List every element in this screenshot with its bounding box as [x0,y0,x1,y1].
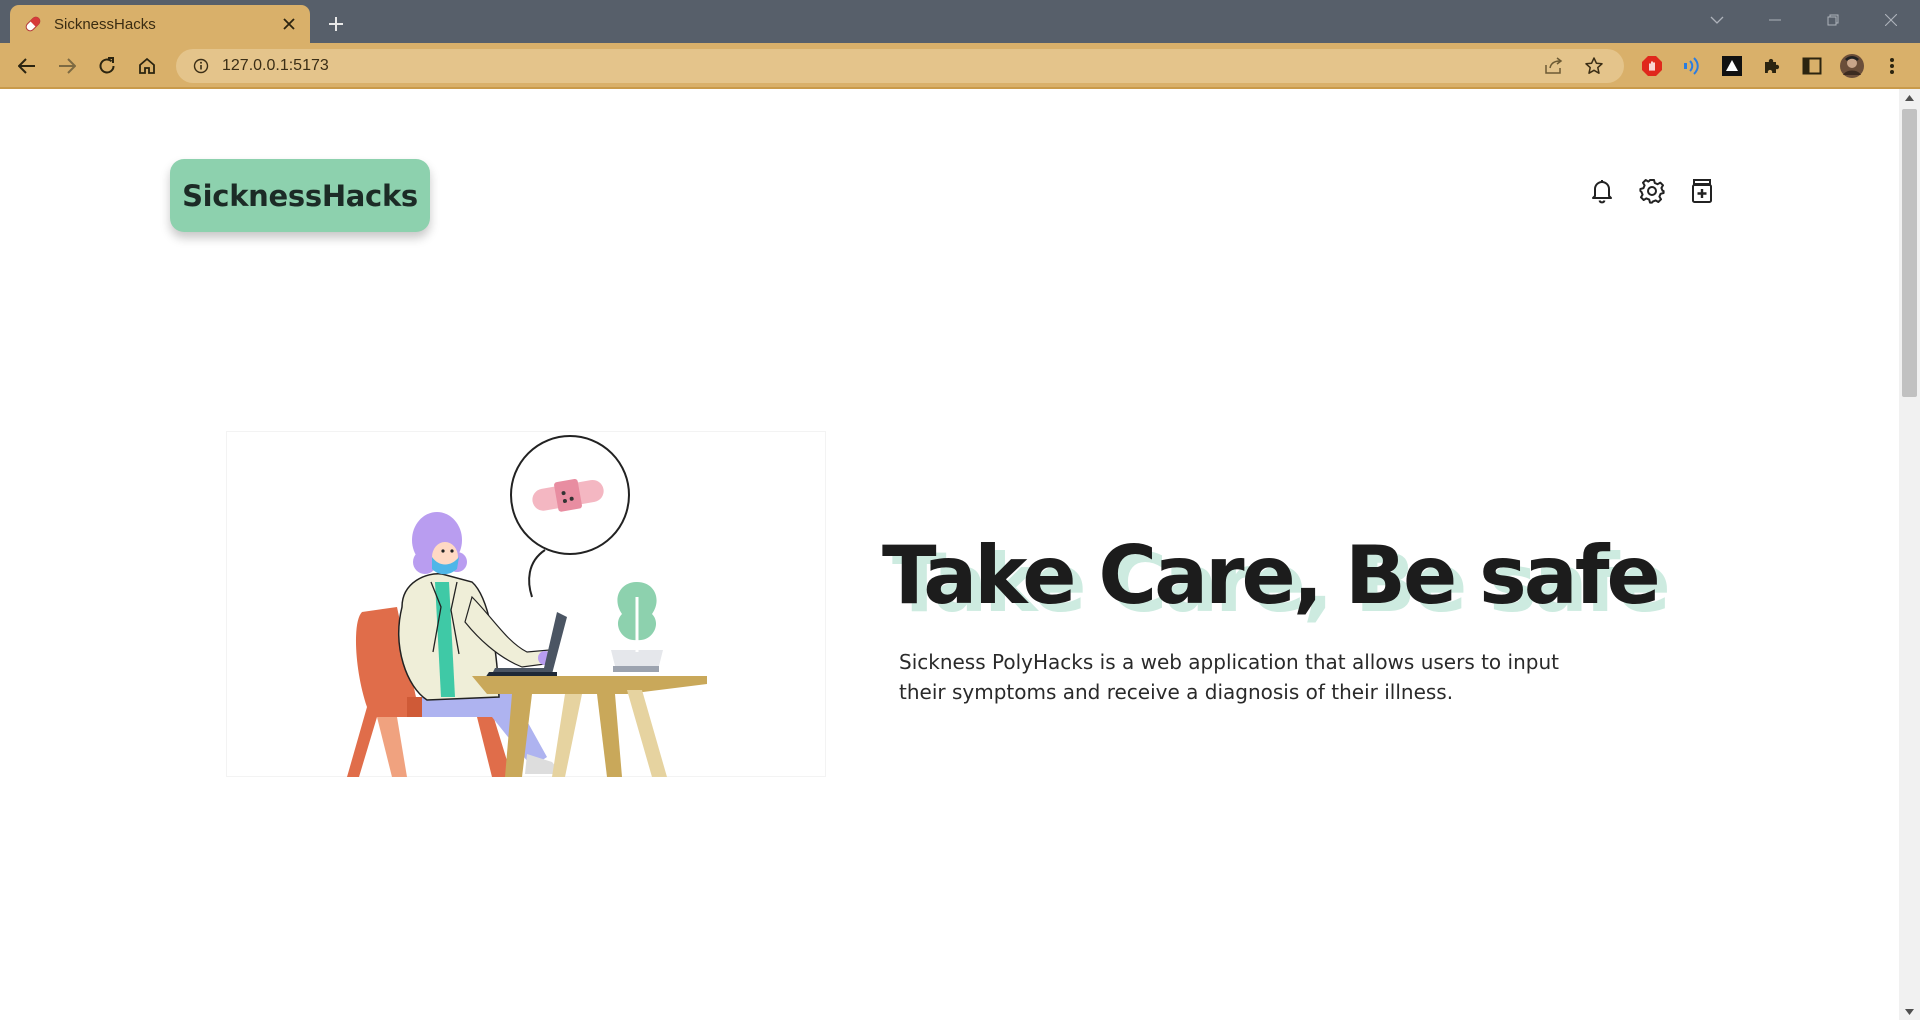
address-bar[interactable]: 127.0.0.1:5173 [176,49,1624,83]
medicine-icon[interactable] [1688,177,1716,205]
bell-icon[interactable] [1588,177,1616,205]
side-panel-icon[interactable] [1798,52,1826,80]
scroll-up-arrow[interactable] [1899,89,1920,106]
notion-extension-icon[interactable] [1718,52,1746,80]
page-viewport: SicknessHacks Take Care, Be safe Take Ca… [0,89,1899,1020]
forward-button[interactable] [53,52,81,80]
audio-extension-icon[interactable] [1678,52,1706,80]
pill-icon [22,13,44,35]
gear-icon[interactable] [1638,177,1666,205]
home-button[interactable] [133,52,161,80]
hero-title: Take Care, Be safe Take Care, Be safe [882,529,1671,630]
browser-toolbar: 127.0.0.1:5173 [0,43,1920,89]
site-info-icon[interactable] [192,57,210,75]
close-window-button[interactable] [1862,0,1920,40]
scroll-down-arrow[interactable] [1899,1003,1920,1020]
new-tab-button[interactable] [322,10,350,38]
header-icons [1588,177,1716,205]
extensions-puzzle-icon[interactable] [1758,52,1786,80]
adblock-extension-icon[interactable] [1638,52,1666,80]
browser-tabstrip: SicknessHacks [0,0,1920,43]
browser-tab[interactable]: SicknessHacks [10,5,310,43]
back-button[interactable] [13,52,41,80]
tab-search-button[interactable] [1688,0,1746,40]
hero-description: Sickness PolyHacks is a web application … [899,650,1559,704]
reload-button[interactable] [93,52,121,80]
hero-title-text: Take Care, Be safe [882,529,1661,622]
minimize-button[interactable] [1746,0,1804,40]
page-scrollbar[interactable] [1899,89,1920,1020]
restore-button[interactable] [1804,0,1862,40]
scroll-thumb[interactable] [1902,109,1917,397]
tab-title: SicknessHacks [54,15,156,33]
hero-illustration [226,431,826,777]
logo-button[interactable]: SicknessHacks [170,159,430,232]
browser-menu-icon[interactable] [1878,52,1906,80]
close-icon[interactable] [278,13,300,35]
logo-text: SicknessHacks [182,178,418,213]
bookmark-star-icon[interactable] [1580,52,1608,80]
share-icon[interactable] [1540,52,1568,80]
profile-avatar[interactable] [1838,52,1866,80]
url-text: 127.0.0.1:5173 [222,57,329,74]
